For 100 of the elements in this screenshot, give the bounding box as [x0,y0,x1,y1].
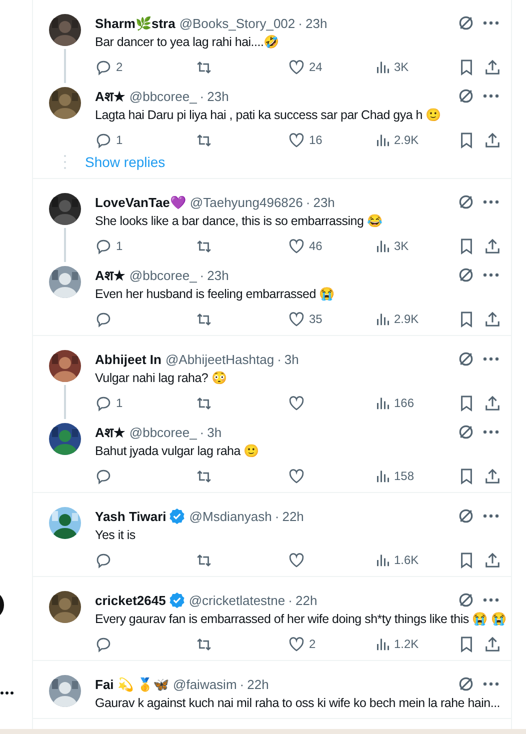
more-icon[interactable] [483,598,499,602]
repost-icon[interactable] [195,636,213,652]
bookmark-icon[interactable] [459,132,474,148]
slashed-circle-icon[interactable] [457,423,475,441]
user-name[interactable]: Abhijeet In [95,352,162,366]
share-icon[interactable] [484,468,501,484]
views-icon[interactable] [376,637,390,651]
bookmark-icon[interactable] [459,238,474,254]
views-icon[interactable] [376,239,390,253]
user-handle[interactable]: @bbcoree_ [129,88,197,104]
more-icon[interactable] [483,430,499,434]
bookmark-icon[interactable] [459,552,474,568]
reply-icon[interactable] [95,132,112,148]
post-time[interactable]: 23h [207,268,229,282]
share-icon[interactable] [484,132,501,148]
views-icon[interactable] [376,133,390,147]
repost-icon[interactable] [195,310,213,328]
heart-icon[interactable] [288,132,305,148]
more-icon[interactable] [483,682,499,686]
slashed-circle-icon[interactable] [457,14,475,32]
repost-icon[interactable] [195,238,213,254]
view-count: 166 [394,396,414,410]
post-time[interactable]: 22h [247,676,269,692]
more-icon[interactable] [483,273,499,277]
post-time[interactable]: 3h [207,424,222,440]
views-icon[interactable] [376,553,390,567]
reply-icon[interactable] [95,468,112,484]
post-time[interactable]: 23h [207,88,229,104]
user-name[interactable]: Aश★ [95,423,126,441]
share-icon[interactable] [484,394,501,412]
reply-icon[interactable] [95,58,112,76]
user-handle[interactable]: @AbhijeetHashtag [165,352,274,366]
reply-icon[interactable] [95,238,112,254]
share-icon[interactable] [484,238,501,254]
slashed-circle-icon[interactable] [457,507,475,525]
user-name[interactable]: Yash Tiwari [95,508,166,524]
bookmark-icon[interactable] [459,636,474,652]
user-name[interactable]: Sharm🌿stra [95,16,176,30]
heart-icon[interactable] [288,238,305,254]
post-text: Vulgar nahi lag raha? 😳 [95,370,228,387]
bookmark-icon[interactable] [459,310,474,328]
reply-icon[interactable] [95,552,112,568]
share-icon[interactable] [484,58,501,76]
slashed-circle-icon[interactable] [457,591,475,609]
repost-icon[interactable] [195,132,213,148]
bookmark-icon[interactable] [459,468,474,484]
user-name[interactable]: LoveVanTae💜 [95,194,186,210]
view-count: 1.6K [394,553,419,567]
like-count: 46 [309,239,322,253]
user-handle[interactable]: @Taehyung496826 [190,194,303,210]
more-icon[interactable] [0,691,14,695]
reply-count: 1 [116,396,123,410]
more-icon[interactable] [483,94,499,98]
slashed-circle-icon[interactable] [457,87,475,105]
user-handle[interactable]: @Msdianyash [189,508,272,524]
user-name[interactable]: Aश★ [95,266,126,284]
view-count: 2.9K [394,312,419,326]
post-time[interactable]: 22h [282,508,304,524]
post-time[interactable]: 22h [295,592,318,608]
views-icon[interactable] [376,396,390,410]
heart-icon[interactable] [288,394,305,412]
more-icon[interactable] [483,21,499,25]
user-handle[interactable]: @Books_Story_002 [179,16,296,30]
reply-icon[interactable] [95,636,112,652]
slashed-circle-icon[interactable] [457,266,475,284]
user-name[interactable]: Aश★ [95,87,126,105]
slashed-circle-icon[interactable] [457,350,475,368]
post-time[interactable]: 3h [284,352,299,366]
share-icon[interactable] [484,636,501,652]
reply-icon[interactable] [95,310,112,328]
heart-icon[interactable] [288,636,305,652]
user-handle[interactable]: @cricketlatestne [188,592,286,608]
views-icon[interactable] [376,60,390,74]
views-icon[interactable] [376,312,390,326]
share-icon[interactable] [484,552,501,568]
user-handle[interactable]: @bbcoree_ [129,268,197,282]
repost-icon[interactable] [195,468,213,484]
post-text: Every gaurav fan is embarrassed of her wife doing sh*ty things like this 😭 😭 [95,611,507,628]
views-icon[interactable] [376,469,390,483]
post-time[interactable]: 23h [313,194,335,210]
more-icon[interactable] [483,357,499,361]
heart-icon[interactable] [288,58,305,76]
slashed-circle-icon[interactable] [457,193,475,211]
slashed-circle-icon[interactable] [457,675,475,693]
user-handle[interactable]: @faiwasim [173,676,237,692]
heart-icon[interactable] [288,552,305,568]
heart-icon[interactable] [288,468,305,484]
repost-icon[interactable] [195,58,213,76]
heart-icon[interactable] [288,310,305,328]
share-icon[interactable] [484,310,501,328]
repost-icon[interactable] [195,552,213,568]
bookmark-icon[interactable] [459,58,474,76]
user-name[interactable]: cricket2645 [95,592,166,608]
reply-icon[interactable] [95,394,112,412]
more-icon[interactable] [483,200,499,204]
repost-icon[interactable] [195,394,213,412]
more-icon[interactable] [483,514,499,518]
user-handle[interactable]: @bbcoree_ [129,424,197,440]
post-time[interactable]: 23h [305,16,328,30]
bookmark-icon[interactable] [459,394,474,412]
